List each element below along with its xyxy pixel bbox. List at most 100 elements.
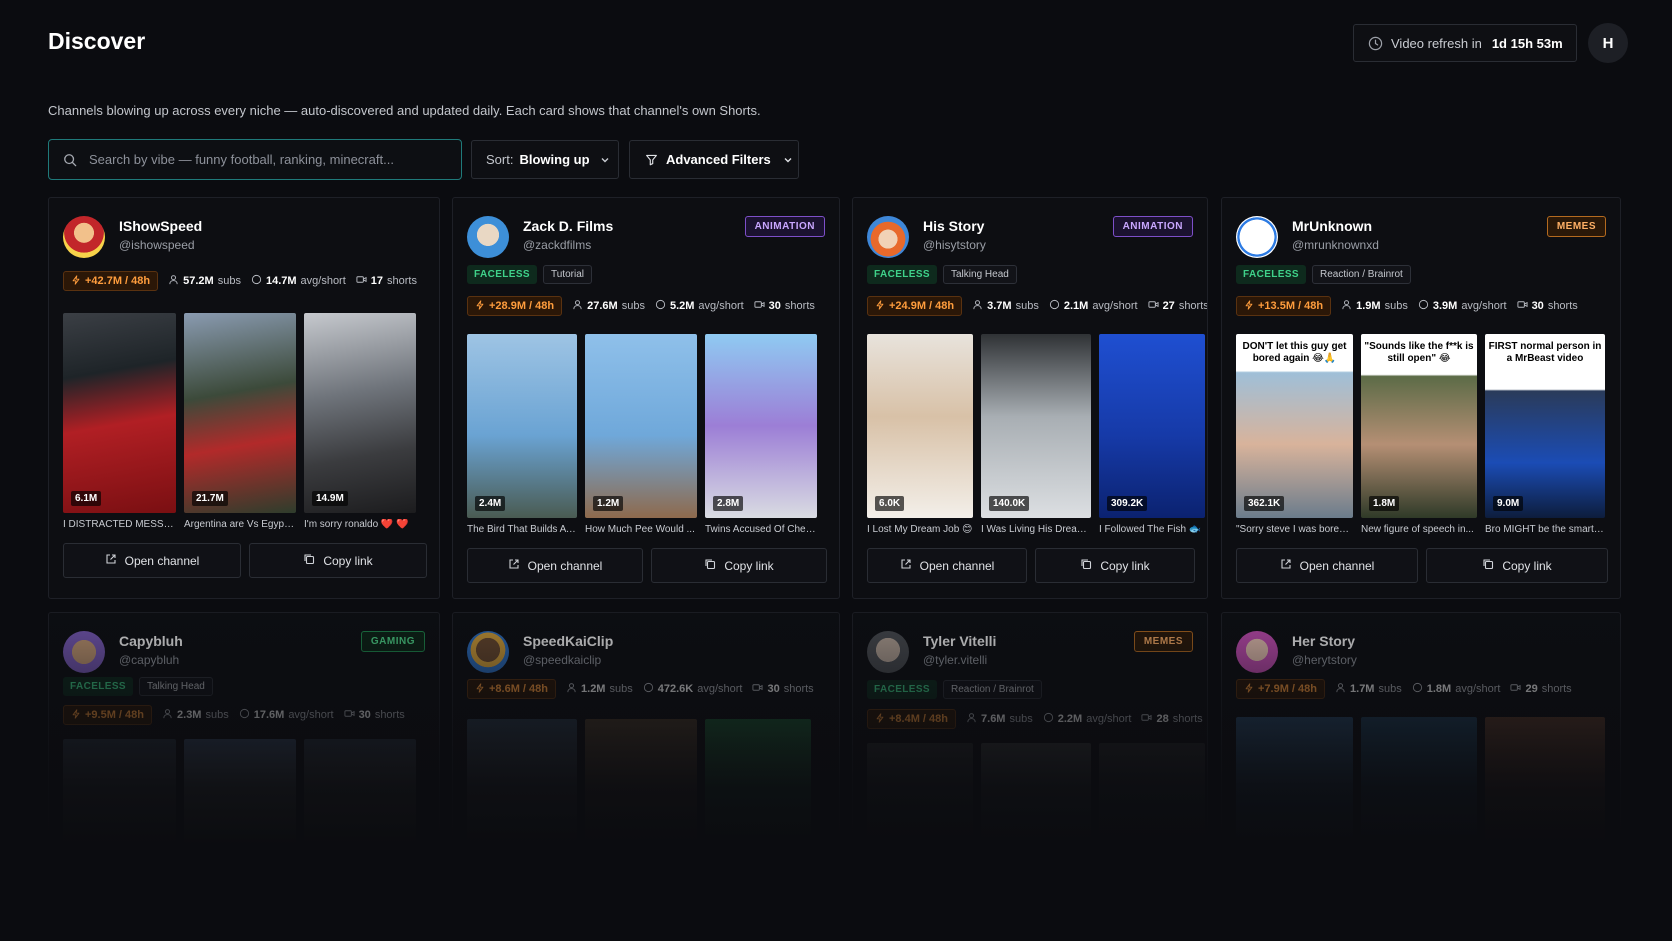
short-thumbnail[interactable] (1099, 743, 1205, 871)
tag-list: FACELESS Talking Head (63, 677, 213, 696)
open-channel-button[interactable]: Open channel (467, 548, 643, 583)
bolt-icon (875, 712, 885, 726)
short-thumbnail[interactable] (63, 739, 176, 871)
short-thumbnail[interactable] (1236, 717, 1353, 871)
bolt-icon (475, 682, 485, 696)
channel-avatar[interactable] (63, 216, 105, 258)
short-thumbnail[interactable] (705, 719, 811, 871)
channel-name[interactable]: Her Story (1292, 633, 1355, 649)
growth-badge: +28.9M / 48h (467, 296, 563, 316)
card-actions: Open channel Copy link (867, 548, 1195, 583)
short-thumbnail[interactable]: 2.4M (467, 334, 577, 518)
short-caption: Bro MIGHT be the smarte... (1485, 524, 1605, 535)
short-thumbnail[interactable]: FIRST normal person in a MrBeast video 9… (1485, 334, 1605, 518)
channel-name[interactable]: Zack D. Films (523, 218, 613, 234)
channel-name[interactable]: SpeedKaiClip (523, 633, 613, 649)
short-thumbnail[interactable]: 14.9M (304, 313, 416, 513)
thumbnail-overlay-text: DON'T let this guy get bored again 😂🙏 (1236, 338, 1353, 368)
tag-category: Reaction / Brainrot (1312, 265, 1411, 284)
channel-avatar[interactable] (63, 631, 105, 673)
short-thumbnail[interactable]: DON'T let this guy get bored again 😂🙏 36… (1236, 334, 1353, 518)
copy-link-button[interactable]: Copy link (249, 543, 427, 578)
advanced-filters-button[interactable]: Advanced Filters (629, 140, 799, 179)
avg-label: avg/short (698, 300, 744, 312)
copy-link-label: Copy link (1502, 558, 1552, 573)
subs-stat: 2.3M subs (162, 708, 229, 722)
short-caption: I DISTRACTED MESSI 😳 ... (63, 519, 176, 530)
shorts-label: shorts (784, 300, 815, 312)
short-thumbnail[interactable]: 309.2K (1099, 334, 1205, 518)
copy-link-button[interactable]: Copy link (1035, 548, 1195, 583)
channel-stats: +13.5M / 48h 1.9M subs 3.9M avg/short 30 sh… (1236, 296, 1578, 316)
subs-value: 3.7M (987, 300, 1012, 312)
channel-avatar[interactable] (467, 216, 509, 258)
video-icon (344, 708, 355, 722)
shorts-row: 2.4M 1.2M 2.8M (467, 334, 817, 518)
external-link-icon (105, 553, 117, 568)
sort-dropdown[interactable]: Sort: Blowing up (471, 140, 619, 179)
short-thumbnail[interactable] (184, 739, 296, 871)
shorts-row (867, 743, 1205, 871)
bolt-icon (475, 299, 485, 313)
views-icon (1043, 712, 1054, 726)
channel-avatar[interactable] (1236, 216, 1278, 258)
channel-header: Tyler Vitelli @tyler.vitelli MEMES (867, 631, 1193, 675)
views-icon (1049, 299, 1060, 313)
search-input[interactable] (89, 152, 429, 167)
channel-name[interactable]: IShowSpeed (119, 218, 202, 234)
short-thumbnail[interactable]: 140.0K (981, 334, 1091, 518)
short-thumbnail[interactable] (304, 739, 416, 871)
shorts-row (63, 739, 416, 871)
user-icon (1335, 682, 1346, 696)
channel-avatar[interactable] (867, 216, 909, 258)
view-count: 9.0M (1493, 496, 1524, 511)
short-thumbnail[interactable]: 2.8M (705, 334, 817, 518)
short-thumbnail[interactable] (981, 743, 1091, 871)
shorts-stat: 27 shorts (1148, 299, 1207, 313)
growth-value: +8.4M / 48h (889, 713, 949, 725)
short-thumbnail[interactable]: 21.7M (184, 313, 296, 513)
channel-name[interactable]: His Story (923, 218, 984, 234)
avg-value: 2.2M (1057, 713, 1083, 725)
channel-card: His Story @hisytstory ANIMATION FACELESS… (852, 197, 1208, 599)
avg-label: avg/short (1461, 300, 1507, 312)
channel-name[interactable]: Capybluh (119, 633, 183, 649)
view-count: 14.9M (312, 491, 348, 506)
open-channel-button[interactable]: Open channel (1236, 548, 1418, 583)
shorts-value: 29 (1525, 683, 1538, 695)
channel-name[interactable]: MrUnknown (1292, 218, 1372, 234)
open-channel-button[interactable]: Open channel (63, 543, 241, 578)
avg-label: avg/short (300, 275, 346, 287)
copy-link-button[interactable]: Copy link (1426, 548, 1608, 583)
user-avatar-button[interactable]: H (1588, 23, 1628, 63)
shorts-row: DON'T let this guy get bored again 😂🙏 36… (1236, 334, 1605, 518)
short-thumbnail[interactable] (585, 719, 697, 871)
subs-stat: 1.9M subs (1341, 299, 1408, 313)
open-channel-button[interactable]: Open channel (867, 548, 1027, 583)
short-thumbnail[interactable] (1361, 717, 1477, 871)
short-thumbnail[interactable] (1485, 717, 1605, 871)
short-thumbnail[interactable] (467, 719, 577, 871)
short-thumbnail[interactable]: 1.2M (585, 334, 697, 518)
channel-avatar[interactable] (1236, 631, 1278, 673)
growth-value: +24.9M / 48h (889, 300, 955, 312)
copy-link-button[interactable]: Copy link (651, 548, 827, 583)
caption-row: I Lost My Dream Job 😊 I Was Living His Dr… (867, 524, 1205, 535)
shorts-value: 30 (767, 683, 780, 695)
avg-stat: 472.6K avg/short (643, 682, 742, 696)
short-thumbnail[interactable]: "Sounds like the f**k is still open" 😂 1… (1361, 334, 1477, 518)
tag-faceless: FACELESS (63, 677, 133, 696)
channel-avatar[interactable] (467, 631, 509, 673)
channel-card: MrUnknown @mrunknownxd MEMES FACELESS Rea… (1221, 197, 1621, 599)
video-icon (356, 274, 367, 288)
short-thumbnail[interactable]: 6.0K (867, 334, 973, 518)
short-thumbnail[interactable]: 6.1M (63, 313, 176, 513)
channel-avatar[interactable] (867, 631, 909, 673)
views-icon (251, 274, 262, 288)
channel-stats: +7.9M / 48h 1.7M subs 1.8M avg/short 29 sho… (1236, 679, 1572, 699)
avg-stat: 14.7M avg/short (251, 274, 346, 288)
channel-name[interactable]: Tyler Vitelli (923, 633, 996, 649)
short-thumbnail[interactable] (867, 743, 973, 871)
video-icon (1517, 299, 1528, 313)
short-caption: "Sorry steve I was bored" ... (1236, 524, 1353, 535)
